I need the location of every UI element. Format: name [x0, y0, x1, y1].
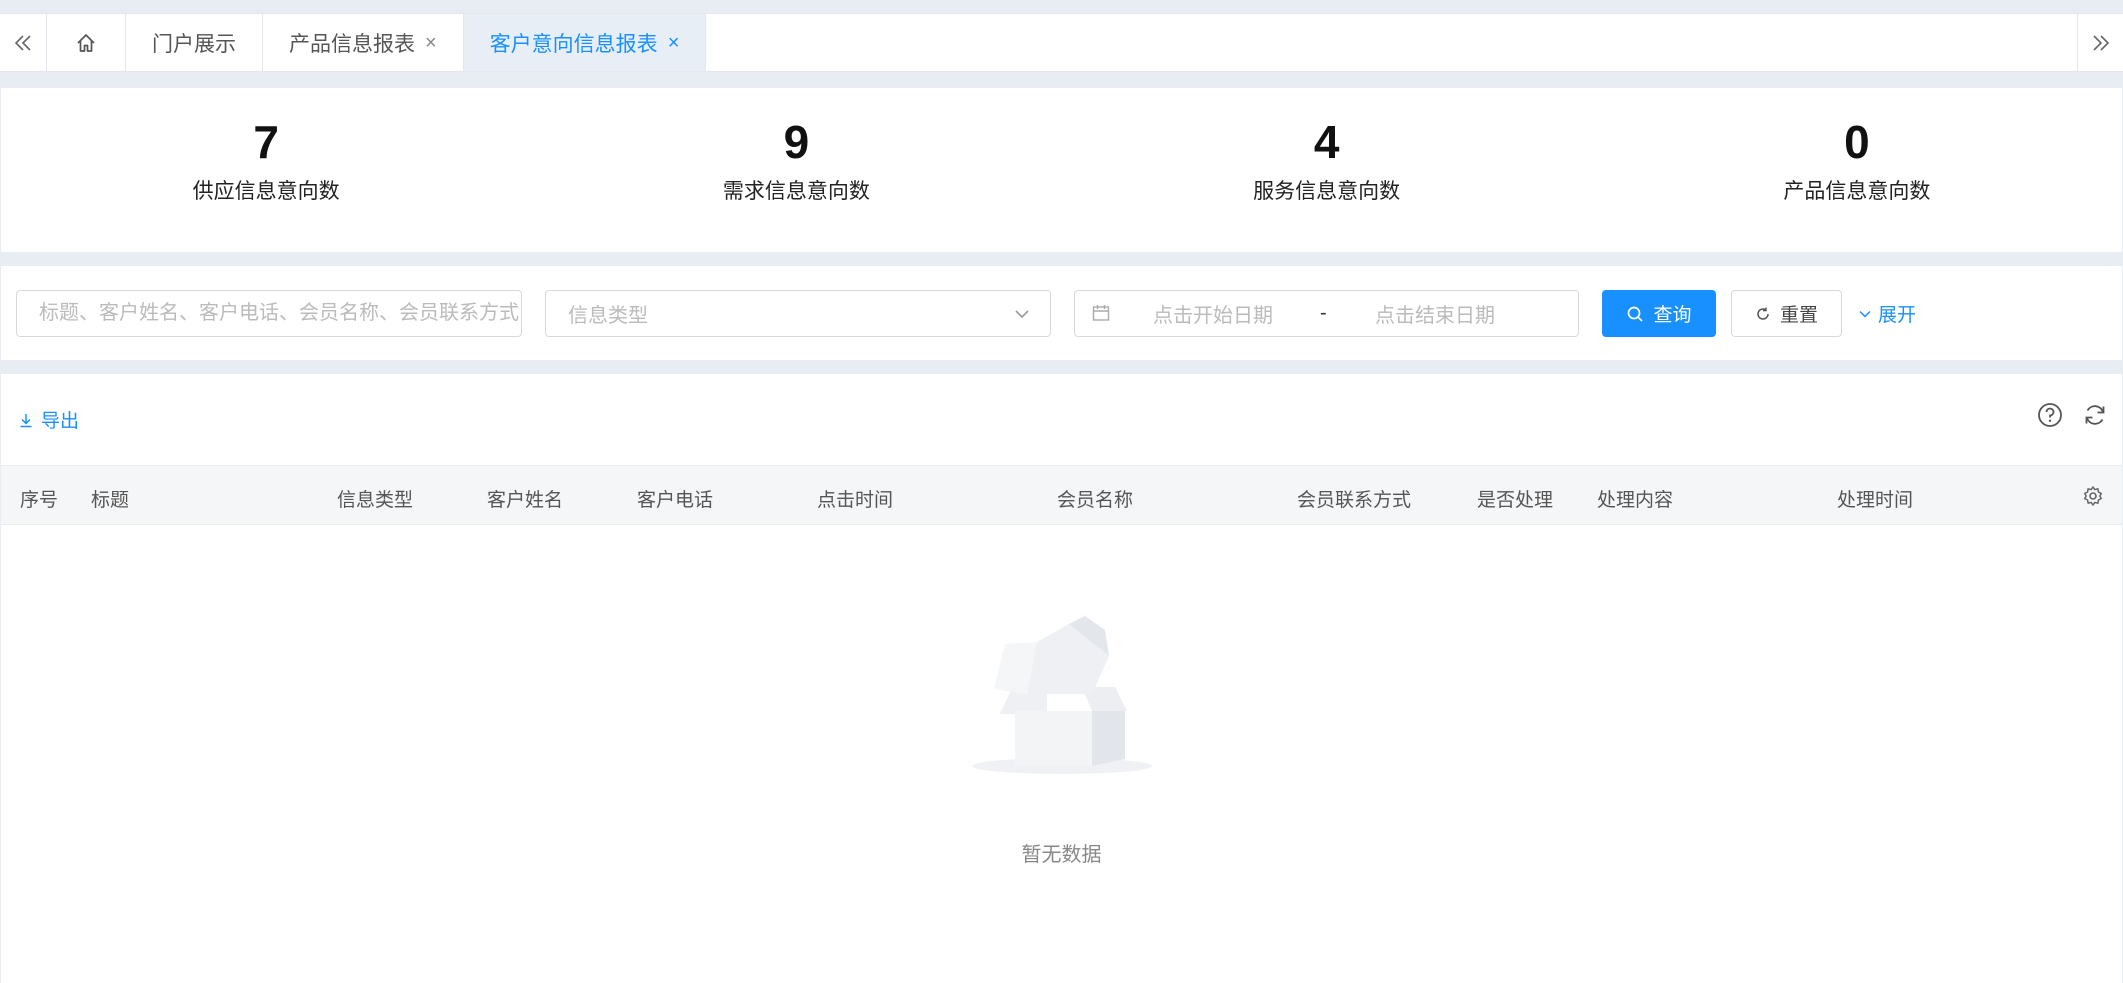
filter-panel: 信息类型 点击开始日期 - 点击结束日期 查询 重置 展开 — [1, 266, 2122, 360]
tab-label: 产品信息报表 — [289, 32, 415, 56]
stat-service: 4 服务信息意向数 — [1062, 88, 1592, 252]
end-date-placeholder[interactable]: 点击结束日期 — [1375, 299, 1495, 328]
expand-button[interactable]: 展开 — [1857, 290, 1923, 337]
gear-icon — [2083, 486, 2103, 506]
start-date-placeholder[interactable]: 点击开始日期 — [1153, 299, 1273, 328]
column-header[interactable]: 处理时间 — [1837, 485, 1913, 512]
tab-label: 客户意向信息报表 — [489, 32, 658, 56]
stat-label: 服务信息意向数 — [1253, 180, 1401, 203]
search-icon — [1628, 306, 1644, 322]
refresh-icon — [2085, 405, 2105, 425]
stat-label: 产品信息意向数 — [1783, 180, 1931, 203]
column-header[interactable]: 序号 — [20, 485, 58, 512]
stats-panel: 7 供应信息意向数 9 需求信息意向数 4 服务信息意向数 0 产品信息意向数 — [1, 88, 2122, 252]
table-header: 序号 标题 信息类型 客户姓名 客户电话 点击时间 会员名称 会员联系方式 是否… — [1, 465, 2122, 525]
refresh-button[interactable] — [2082, 402, 2108, 433]
column-header[interactable]: 是否处理 — [1477, 485, 1553, 512]
reload-icon — [1757, 307, 1769, 320]
empty-box-icon — [971, 616, 1152, 774]
chevron-down-icon — [1015, 310, 1029, 319]
tab-customer-intent-report[interactable]: 客户意向信息报表 × — [463, 14, 707, 71]
double-chevron-left-icon — [14, 34, 31, 51]
stat-value: 0 — [1844, 116, 1870, 168]
column-header[interactable]: 信息类型 — [337, 485, 413, 512]
tab-product-report[interactable]: 产品信息报表 × — [263, 14, 464, 71]
stat-value: 4 — [1313, 116, 1340, 168]
double-chevron-right-icon — [2092, 34, 2109, 51]
column-header[interactable]: 处理内容 — [1597, 485, 1673, 512]
empty-state: 暂无数据 — [1, 594, 2122, 867]
expand-label: 展开 — [1878, 305, 1917, 326]
help-button[interactable] — [2037, 402, 2063, 433]
empty-text: 暂无数据 — [1021, 844, 1102, 866]
reset-button[interactable]: 重置 — [1731, 290, 1842, 337]
close-icon[interactable]: × — [425, 33, 437, 53]
date-range-picker[interactable]: 点击开始日期 - 点击结束日期 — [1074, 290, 1579, 337]
stat-value: 9 — [783, 116, 810, 168]
export-label: 导出 — [41, 411, 80, 432]
tab-label: 门户展示 — [152, 32, 236, 56]
export-button[interactable]: 导出 — [19, 406, 79, 433]
info-type-select[interactable]: 信息类型 — [545, 290, 1051, 337]
close-icon[interactable]: × — [668, 33, 680, 53]
stat-demand: 9 需求信息意向数 — [531, 88, 1061, 252]
select-placeholder: 信息类型 — [568, 305, 648, 327]
query-label: 查询 — [1653, 305, 1692, 326]
tab-home[interactable] — [47, 14, 126, 71]
column-settings-button[interactable] — [2082, 485, 2104, 512]
date-separator: - — [1320, 302, 1327, 324]
calendar-icon — [1092, 305, 1110, 321]
search-input[interactable] — [39, 302, 521, 325]
query-button[interactable]: 查询 — [1602, 290, 1716, 337]
column-header[interactable]: 标题 — [91, 485, 129, 512]
stat-product: 0 产品信息意向数 — [1592, 88, 2122, 252]
tabs-scroll-right-button[interactable] — [2077, 14, 2123, 71]
tab-portal[interactable]: 门户展示 — [126, 14, 263, 71]
reset-label: 重置 — [1779, 305, 1818, 326]
home-icon — [77, 33, 95, 52]
download-icon — [20, 413, 32, 427]
column-header[interactable]: 会员联系方式 — [1297, 485, 1411, 512]
table-panel: 导出 序号 标题 信息类型 客户姓名 客户电话 点击时间 会员名称 会员联系方式… — [1, 374, 2122, 983]
tabs-scroll-left-button[interactable] — [0, 14, 47, 71]
search-field — [16, 290, 522, 337]
column-header[interactable]: 点击时间 — [817, 485, 893, 512]
stat-label: 需求信息意向数 — [722, 180, 870, 203]
column-header[interactable]: 客户姓名 — [487, 485, 563, 512]
stat-label: 供应信息意向数 — [192, 180, 340, 203]
column-header[interactable]: 客户电话 — [637, 485, 713, 512]
column-header[interactable]: 会员名称 — [1057, 485, 1133, 512]
tab-bar: 门户展示 产品信息报表 × 客户意向信息报表 × — [0, 13, 2123, 72]
chevron-down-icon — [1859, 310, 1871, 318]
stat-supply: 7 供应信息意向数 — [1, 88, 531, 252]
stat-value: 7 — [253, 116, 279, 168]
question-circle-icon — [2038, 403, 2062, 427]
